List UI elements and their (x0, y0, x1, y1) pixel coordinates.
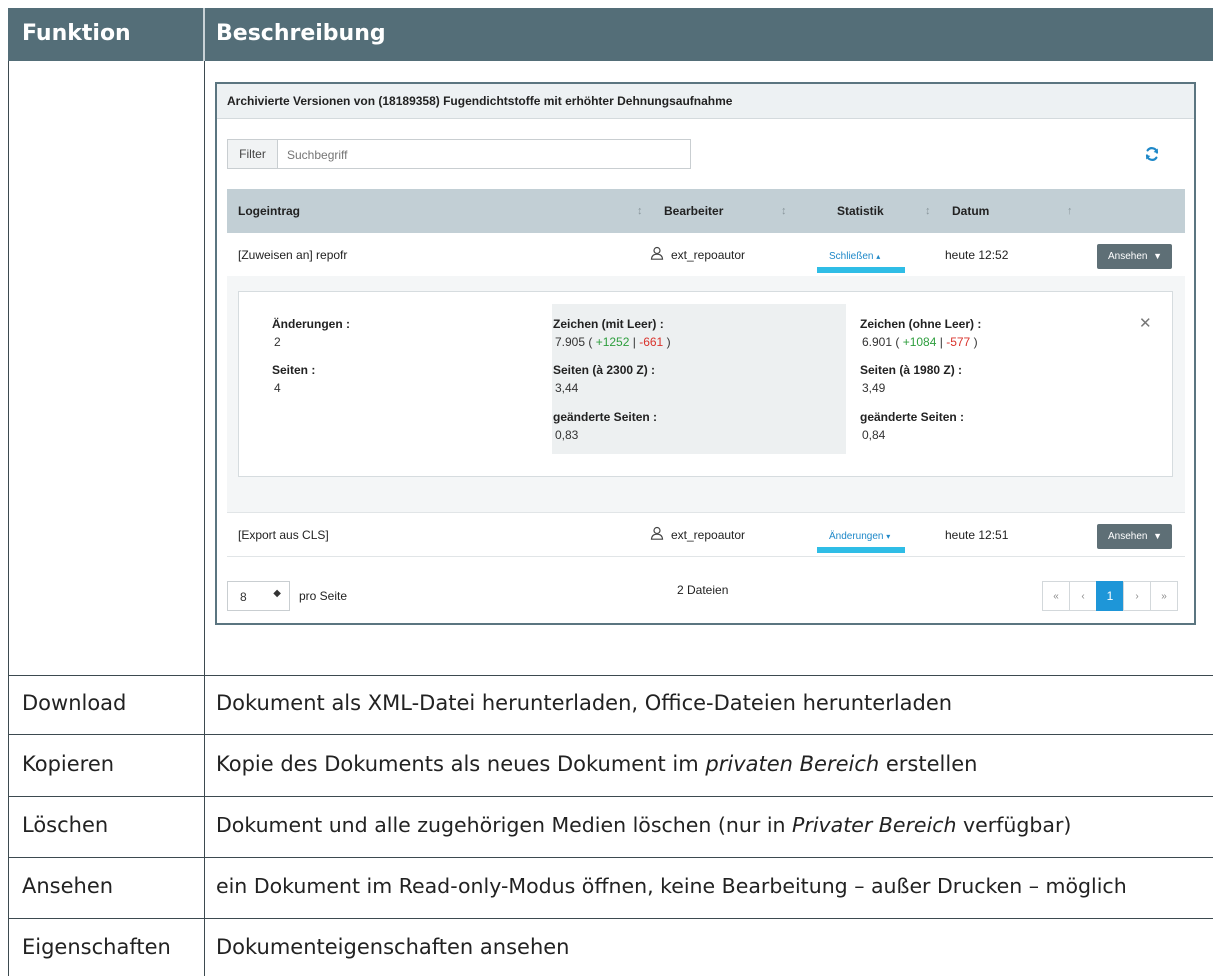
caret-down-icon: ▼ (1153, 531, 1162, 541)
page-size-value: 8 (240, 590, 247, 604)
pages-1980-value: 3,49 (862, 381, 886, 395)
table-row: [Zuweisen an] repofr ext_repoautor Schli… (227, 233, 1185, 277)
table-column-divider (204, 61, 205, 976)
changed-pages-value: 0,84 (862, 428, 886, 442)
highlight-marker (817, 267, 905, 273)
statistic-toggle-label: Schließen (829, 251, 874, 262)
sort-up-icon[interactable]: ↑ (1067, 205, 1073, 217)
sort-icon[interactable]: ↕ (637, 205, 643, 217)
changed-pages-label: geänderte Seiten : (860, 410, 965, 424)
next-page-button[interactable]: › (1123, 581, 1151, 611)
column-header-user[interactable]: Bearbeiter (664, 204, 723, 218)
row-divider (8, 918, 1213, 919)
page-size-select[interactable]: 8 ◆ (227, 581, 290, 611)
file-count: 2 Dateien (677, 583, 729, 597)
pages-2300-value: 3,44 (555, 381, 579, 395)
row-divider (8, 675, 1213, 676)
archive-versions-screenshot: Archivierte Versionen von (18189358) Fug… (215, 82, 1196, 625)
refresh-icon[interactable] (1144, 146, 1160, 162)
chars-with-spaces-label: Zeichen (mit Leer) : (553, 317, 664, 331)
column-header-statistic[interactable]: Statistik (837, 204, 884, 218)
row-divider (8, 796, 1213, 797)
row-divider (8, 857, 1213, 858)
row-divider (8, 734, 1213, 735)
statistic-toggle-label: Änderungen (829, 531, 884, 542)
dialog-title: Archivierte Versionen von (18189358) Fug… (227, 94, 733, 108)
function-name-download: Download (22, 691, 127, 715)
chars-with-spaces-value: 7.905 ( +1252 | -661 ) (555, 335, 671, 349)
page-1-button[interactable]: 1 (1096, 581, 1124, 611)
dialog-title-bar: Archivierte Versionen von (18189358) Fug… (217, 84, 1194, 119)
function-desc-eigenschaften: Dokumenteigenschaften ansehen (216, 935, 570, 959)
first-page-button[interactable]: « (1042, 581, 1070, 611)
caret-down-icon: ▼ (1153, 251, 1162, 261)
sort-icon[interactable]: ↕ (781, 205, 787, 217)
chars-without-spaces-value: 6.901 ( +1084 | -577 ) (862, 335, 978, 349)
pagination: « ‹ 1 › » (1042, 581, 1178, 611)
view-button-label: Ansehen (1108, 531, 1148, 542)
function-desc-download: Dokument als XML-Datei herunterladen, Of… (216, 691, 953, 715)
pages-1980-label: Seiten (à 1980 Z) : (860, 363, 963, 377)
changes-label: Änderungen : (272, 317, 350, 331)
table-border-left (8, 61, 9, 976)
function-name-eigenschaften: Eigenschaften (22, 935, 171, 959)
date: heute 12:51 (945, 528, 1009, 542)
statistic-toggle[interactable]: Schließen ▴ (829, 251, 880, 262)
log-entry: [Zuweisen an] repofr (238, 248, 348, 262)
header-funktion: Funktion (22, 21, 131, 46)
function-desc-ansehen: ein Dokument im Read-only-Modus öffnen, … (216, 874, 1127, 898)
changed-pages-value: 0,83 (555, 428, 579, 442)
per-page-label: pro Seite (299, 589, 348, 603)
changes-value: 2 (274, 335, 281, 349)
function-desc-loeschen: Dokument und alle zugehörigen Medien lös… (216, 813, 1072, 837)
user-icon (650, 526, 664, 540)
search-input[interactable] (278, 140, 694, 170)
function-desc-kopieren: Kopie des Dokuments als neues Dokument i… (216, 752, 978, 776)
previous-page-button[interactable]: ‹ (1069, 581, 1097, 611)
column-header-date[interactable]: Datum (952, 204, 989, 218)
pages-value: 4 (274, 381, 281, 395)
filter-box: Filter (227, 139, 694, 170)
sort-icon[interactable]: ↕ (925, 205, 931, 217)
caret-down-icon: ▾ (886, 532, 891, 541)
user-icon (650, 246, 664, 260)
changed-pages-label: geänderte Seiten : (553, 410, 658, 424)
highlight-marker (817, 547, 905, 553)
pages-label: Seiten : (272, 363, 316, 377)
updown-icon: ◆ (273, 588, 281, 599)
statistic-toggle[interactable]: Änderungen ▾ (829, 531, 890, 542)
header-divider (203, 8, 205, 61)
editor-name: ext_repoautor (671, 528, 746, 542)
function-name-loeschen: Löschen (22, 813, 109, 837)
date: heute 12:52 (945, 248, 1009, 262)
close-icon[interactable]: ✕ (1139, 314, 1152, 332)
function-name-kopieren: Kopieren (22, 752, 115, 776)
chars-without-spaces-label: Zeichen (ohne Leer) : (860, 317, 982, 331)
header-beschreibung: Beschreibung (216, 21, 386, 46)
view-button-label: Ansehen (1108, 251, 1148, 262)
function-name-ansehen: Ansehen (22, 874, 114, 898)
grid-header: Logeintrag ↕ Bearbeiter ↕ Statistik ↕ Da… (227, 189, 1185, 233)
pages-2300-label: Seiten (à 2300 Z) : (553, 363, 656, 377)
editor-name: ext_repoautor (671, 248, 746, 262)
log-entry: [Export aus CLS] (238, 528, 329, 542)
table-header: Funktion Beschreibung (8, 8, 1213, 61)
filter-label: Filter (228, 140, 278, 168)
last-page-button[interactable]: » (1150, 581, 1178, 611)
view-button[interactable]: Ansehen ▼ (1097, 524, 1172, 549)
caret-up-icon: ▴ (876, 252, 881, 261)
table-row: [Export aus CLS] ext_repoautor Änderunge… (227, 512, 1185, 557)
column-header-log[interactable]: Logeintrag (238, 204, 300, 218)
view-button[interactable]: Ansehen ▼ (1097, 244, 1172, 269)
